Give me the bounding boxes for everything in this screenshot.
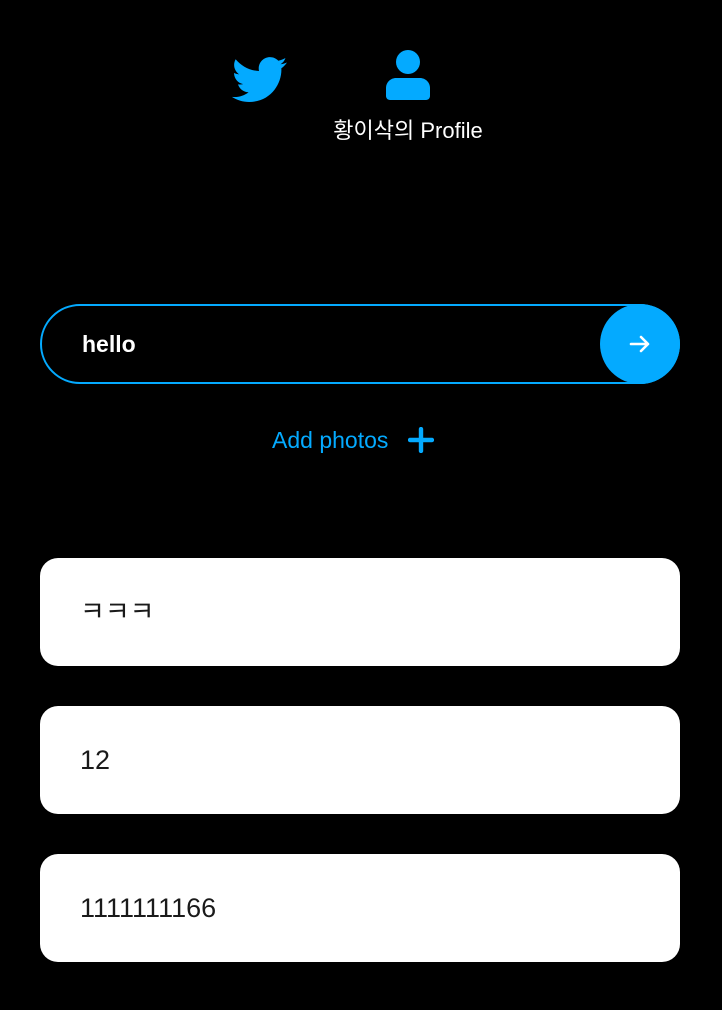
twitter-bird-icon [231, 57, 288, 102]
submit-button[interactable] [600, 304, 680, 384]
add-photos-label: Add photos [272, 426, 389, 453]
user-icon [386, 50, 430, 100]
tweet-card: 12 [40, 706, 680, 814]
add-photos-button[interactable]: Add photos [272, 420, 435, 460]
tweet-card: 1111111166 [40, 854, 680, 962]
tweet-text: 12 [80, 745, 111, 775]
nav-home-link[interactable] [231, 56, 288, 104]
page: 황이삭의 Profile Add photos ㅋㅋㅋ 12 111111116… [0, 0, 722, 1010]
tweet-text: 1111111166 [80, 893, 217, 923]
tweet-text: ㅋㅋㅋ [80, 597, 155, 627]
tweet-input[interactable] [40, 304, 680, 384]
profile-label: 황이삭의 Profile [333, 118, 483, 143]
tweet-card: ㅋㅋㅋ [40, 558, 680, 666]
plus-icon [408, 427, 435, 453]
arrow-right-icon [629, 335, 650, 353]
nav-profile-link[interactable]: 황이삭의 Profile [318, 50, 498, 150]
tweet-composer [40, 304, 680, 384]
